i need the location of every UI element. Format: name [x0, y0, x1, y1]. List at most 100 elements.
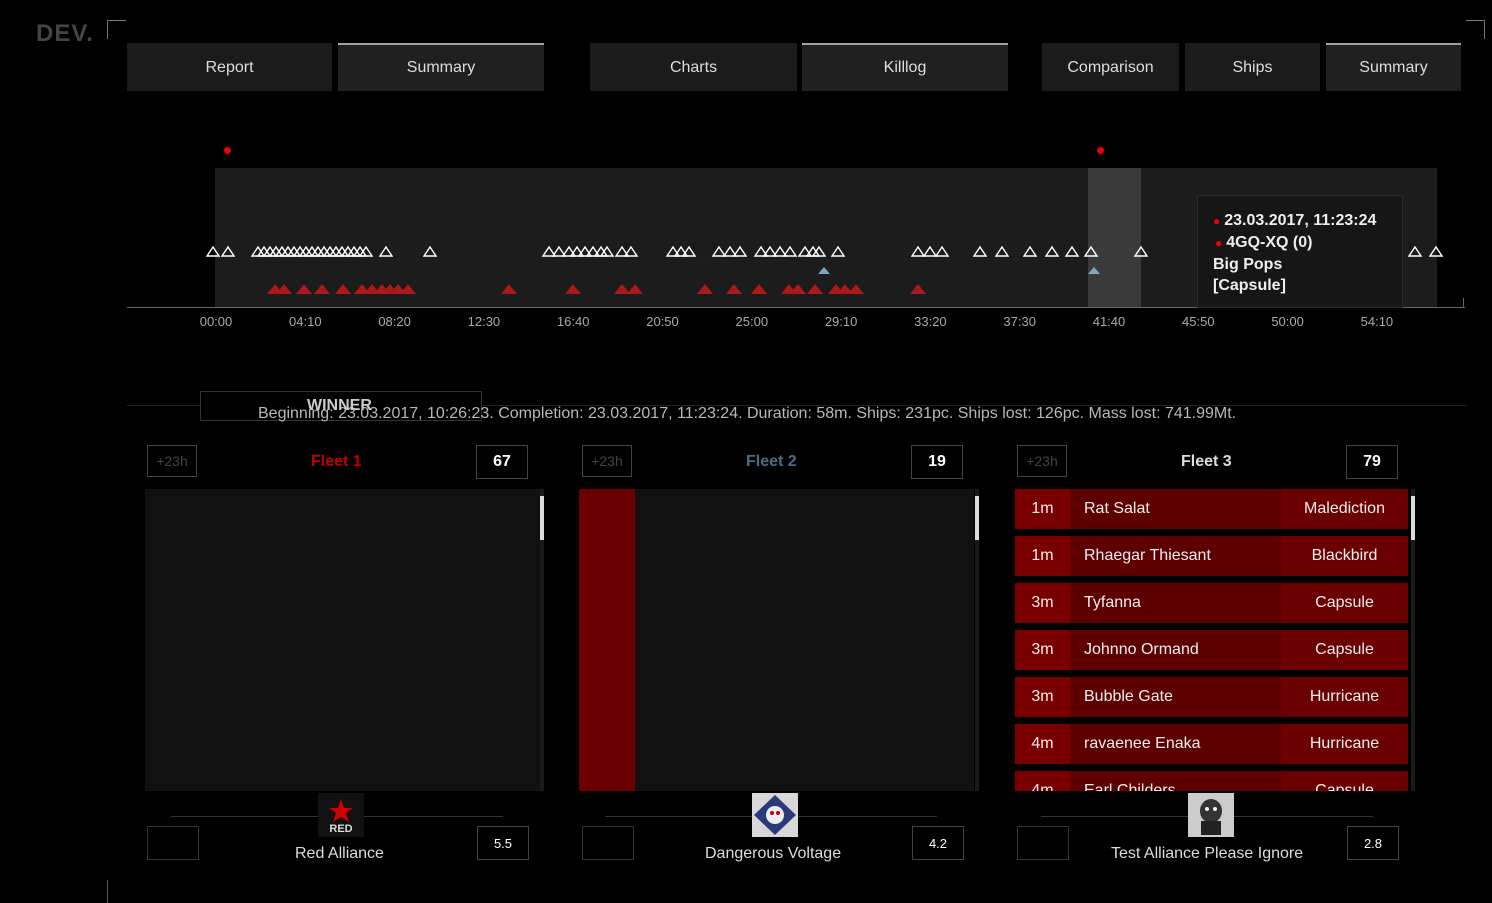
- kill-time: 4m: [1015, 771, 1070, 791]
- kill-time: 4m: [1015, 724, 1070, 764]
- timeline-tick-label: 20:50: [646, 314, 679, 329]
- timeline-tick-label: 25:00: [735, 314, 769, 329]
- kill-marker: [910, 245, 926, 257]
- scrollbar-thumb[interactable]: [975, 496, 979, 540]
- ship-type: Blackbird: [1281, 536, 1408, 576]
- red-dot-icon: ●: [1215, 236, 1223, 250]
- fleet-count: 79: [1346, 445, 1398, 479]
- kill-marker: [378, 245, 394, 257]
- loss-marker: [697, 284, 713, 294]
- loss-marker: [501, 284, 517, 294]
- ship-type: Malediction: [1281, 489, 1408, 529]
- loss-marker: [296, 284, 312, 294]
- kill-marker: [1407, 245, 1423, 257]
- pilot-name: Rhaegar Thiesant: [1070, 536, 1281, 576]
- ship-type: Hurricane: [1281, 677, 1408, 717]
- kill-marker: [1083, 245, 1099, 257]
- time-filter-button[interactable]: +23h: [582, 445, 632, 477]
- list-item[interactable]: 4m Earl Childers Capsule: [1015, 771, 1408, 791]
- fleet-kill-list[interactable]: 1m Rat Salat Malediction 1m Rhaegar Thiesant…: [1015, 489, 1410, 791]
- kill-marker: [256, 245, 272, 257]
- fleet-count: 67: [476, 445, 528, 479]
- timeline-tick-label: 41:40: [1092, 314, 1126, 329]
- loss-marker: [565, 284, 581, 294]
- pilot-name: Johnno Ormand: [1070, 630, 1281, 670]
- kill-marker: [316, 245, 332, 257]
- kill-marker: [934, 245, 950, 257]
- empty-box: [1017, 826, 1069, 860]
- alliance-logo: [1188, 793, 1234, 837]
- timeline-tick-label: 33:20: [914, 314, 947, 329]
- kill-time: 3m: [1015, 677, 1070, 717]
- kill-time: 3m: [1015, 630, 1070, 670]
- timeline-tick-label: 00:00: [199, 314, 233, 329]
- kill-marker: [268, 245, 284, 257]
- list-item[interactable]: 1m Rat Salat Malediction: [1015, 489, 1408, 529]
- tooltip-datetime: 23.03.2017, 11:23:24: [1224, 212, 1377, 229]
- kill-marker: [292, 245, 308, 257]
- fleet-kill-list[interactable]: [579, 489, 974, 791]
- kill-marker: [1064, 245, 1080, 257]
- fleet-kill-list[interactable]: [145, 489, 540, 791]
- kill-time: 3m: [1015, 583, 1070, 623]
- loss-marker: [726, 284, 742, 294]
- loss-marker: [751, 284, 767, 294]
- winner-label: WINNER: [307, 397, 372, 414]
- timeline-tick-label: 16:40: [556, 314, 590, 329]
- list-item[interactable]: 3m Johnno Ormand Capsule: [1015, 630, 1408, 670]
- loss-marker: [335, 284, 351, 294]
- kill-marker: [298, 245, 314, 257]
- pilot-name: Rat Salat: [1070, 489, 1281, 529]
- pilot-name: Earl Childers: [1070, 771, 1281, 791]
- time-filter-button[interactable]: +23h: [1017, 445, 1067, 477]
- ship-type: Capsule: [1281, 771, 1408, 791]
- alliance-name: Test Alliance Please Ignore: [1111, 845, 1304, 862]
- kill-marker: [340, 245, 356, 257]
- loss-marker: [848, 284, 864, 294]
- blue-marker: [818, 267, 830, 274]
- kill-marker: [280, 245, 296, 257]
- scrollbar-thumb[interactable]: [1411, 496, 1415, 540]
- kill-marker: [1428, 245, 1444, 257]
- empty-box: [147, 826, 199, 860]
- kill-marker: [811, 245, 827, 257]
- list-item[interactable]: 3m Tyfanna Capsule: [1015, 583, 1408, 623]
- list-item[interactable]: 3m Bubble Gate Hurricane: [1015, 677, 1408, 717]
- loss-marker: [614, 284, 630, 294]
- time-filter-button[interactable]: +23h: [147, 445, 197, 477]
- kill-marker: [711, 245, 727, 257]
- pilot-name: ravaenee Enaka: [1070, 724, 1281, 764]
- kill-time: 1m: [1015, 489, 1070, 529]
- kill-marker: [205, 245, 221, 257]
- kill-marker: [972, 245, 988, 257]
- kill-marker: [1022, 245, 1038, 257]
- timeline-tick-label: 54:10: [1360, 314, 1394, 329]
- kill-marker: [599, 245, 615, 257]
- fleet-count: 19: [911, 445, 963, 479]
- alliance-score: 5.5: [477, 826, 529, 860]
- scrollbar-thumb[interactable]: [540, 496, 544, 540]
- red-dot-icon: ●: [1213, 214, 1221, 228]
- fleet-name: Fleet 3: [1181, 453, 1232, 470]
- loss-marker: [627, 284, 643, 294]
- tooltip-ship: [Capsule]: [1213, 277, 1286, 294]
- ship-type: Hurricane: [1281, 724, 1408, 764]
- ship-type: Capsule: [1281, 630, 1408, 670]
- ship-type: Capsule: [1281, 583, 1408, 623]
- timeline-tooltip: ● 23.03.2017, 11:23:24 ● 4GQ-XQ (0) Big Po…: [1197, 195, 1403, 308]
- battle-summary: Beginning: 23.03.2017, 10:26:23. Complet…: [258, 405, 1237, 422]
- tooltip-pilot: Big Pops: [1213, 256, 1283, 273]
- kill-marker: [1133, 245, 1149, 257]
- kill-marker: [286, 245, 302, 257]
- list-item[interactable]: 1m Rhaegar Thiesant Blackbird: [1015, 536, 1408, 576]
- pilot-name: Tyfanna: [1070, 583, 1281, 623]
- timeline-tick-label: 12:30: [467, 314, 501, 329]
- kill-marker: [304, 245, 320, 257]
- kill-marker: [322, 245, 338, 257]
- list-item[interactable]: 4m ravaenee Enaka Hurricane: [1015, 724, 1408, 764]
- loss-marker: [400, 284, 416, 294]
- svg-text:RED: RED: [329, 823, 352, 835]
- kill-marker: [220, 245, 236, 257]
- loss-marker: [314, 284, 330, 294]
- fleet-name: Fleet 1: [311, 453, 362, 470]
